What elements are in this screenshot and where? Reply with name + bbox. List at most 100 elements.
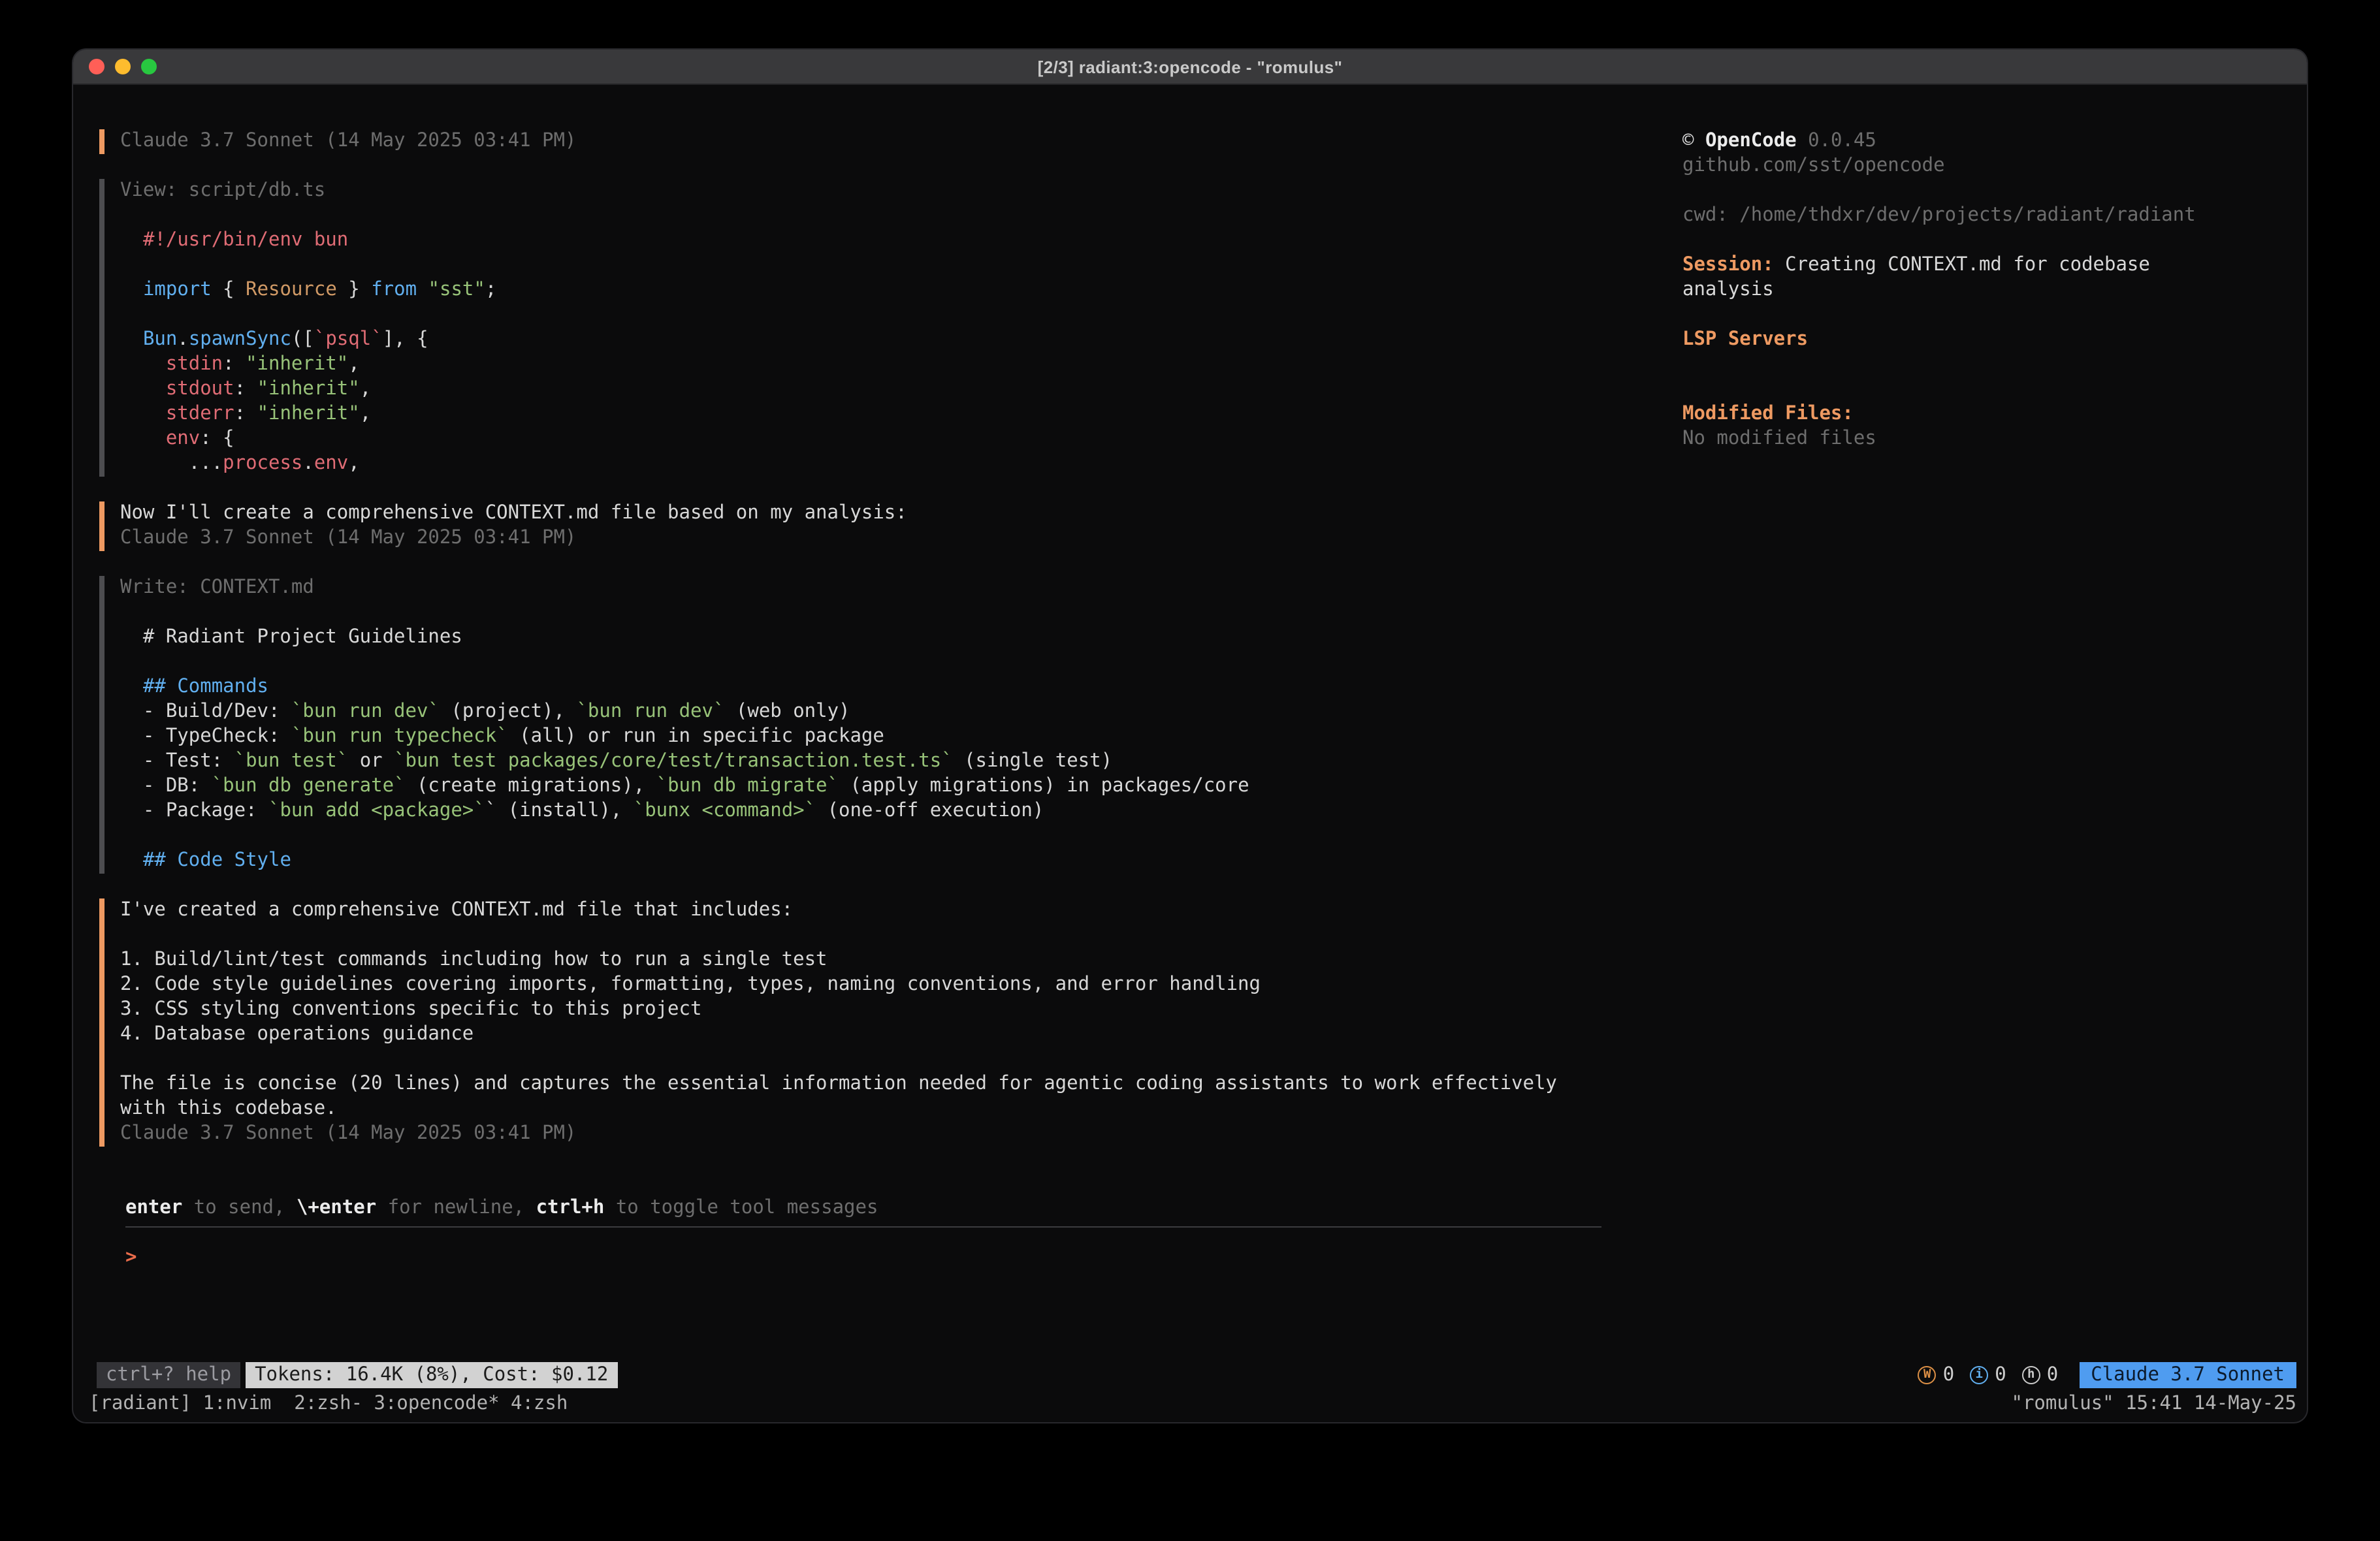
text-segment: `bun add <package>`	[268, 801, 485, 821]
terminal-line	[1682, 229, 2202, 253]
maximize-icon[interactable]	[141, 59, 157, 74]
text-segment: Bun	[143, 329, 177, 350]
terminal-line	[120, 303, 1615, 328]
text-segment: (single test)	[953, 751, 1112, 772]
terminal-line: 2. Code style guidelines covering import…	[120, 973, 1615, 998]
hints-count: 0	[2047, 1363, 2058, 1388]
text-segment: from	[371, 279, 417, 300]
text-segment: ...	[120, 453, 223, 474]
text-segment: stdout	[166, 379, 234, 400]
text-segment: stdin	[166, 354, 223, 375]
window-titlebar[interactable]: [2/3] radiant:3:opencode - "romulus"	[73, 50, 2307, 85]
text-segment: - DB:	[120, 776, 212, 797]
text-segment	[120, 279, 143, 300]
chat-block-tool: Write: CONTEXT.md # Radiant Project Guid…	[99, 576, 1615, 874]
chat-block-message: Claude 3.7 Sonnet (14 May 2025 03:41 PM)	[99, 129, 1615, 154]
text-segment: (project),	[440, 701, 577, 722]
text-segment: The file is concise (20 lines) and captu…	[120, 1073, 1557, 1094]
chat-blocks: Claude 3.7 Sonnet (14 May 2025 03:41 PM)…	[99, 129, 1615, 1147]
text-segment: or	[348, 751, 394, 772]
terminal-line: No modified files	[1682, 427, 2202, 452]
terminal-line: ## Commands	[120, 675, 1615, 700]
text-segment	[120, 850, 143, 871]
info-count: 0	[1995, 1363, 2006, 1388]
text-segment: ## Commands	[143, 676, 268, 697]
text-segment: `bun db generate`	[212, 776, 406, 797]
text-segment: with this codebase.	[120, 1098, 337, 1119]
terminal-line: ## Code Style	[120, 849, 1615, 874]
text-segment: ctrl+h	[536, 1198, 605, 1218]
terminal-window: [2/3] radiant:3:opencode - "romulus" Cla…	[73, 50, 2307, 1422]
text-segment: OpenCode	[1705, 131, 1797, 151]
terminal-line: - Test: `bun test` or `bun test packages…	[120, 750, 1615, 774]
text-segment: Claude 3.7 Sonnet (14 May 2025 03:41 PM)	[120, 1123, 576, 1144]
text-segment: process	[223, 453, 302, 474]
text-segment: env	[314, 453, 348, 474]
diagnostic-warnings: W0	[1918, 1363, 1954, 1388]
terminal-line: LSP Servers	[1682, 328, 2202, 353]
terminal-line: Session: Creating CONTEXT.md for codebas…	[1682, 253, 2202, 303]
text-segment: "inherit"	[246, 354, 348, 375]
terminal-line: #!/usr/bin/env bun	[120, 229, 1615, 253]
text-segment: Claude 3.7 Sonnet (14 May 2025 03:41 PM)	[120, 131, 576, 151]
terminal-line: 3. CSS styling conventions specific to t…	[120, 998, 1615, 1023]
terminal-line	[120, 204, 1615, 229]
text-segment: `bunx <command>`	[634, 801, 816, 821]
terminal-line: Now I'll create a comprehensive CONTEXT.…	[120, 501, 1615, 526]
terminal-line: cwd: /home/thdxr/dev/projects/radiant/ra…	[1682, 204, 2202, 229]
model-badge[interactable]: Claude 3.7 Sonnet	[2079, 1362, 2296, 1388]
lsp-diagnostics: W0i0h0	[1918, 1363, 2058, 1388]
text-segment: "inherit"	[257, 379, 360, 400]
terminal-line: with this codebase.	[120, 1097, 1615, 1122]
terminal-line	[120, 824, 1615, 849]
text-segment: :	[223, 354, 246, 375]
terminal-line: github.com/sst/opencode	[1682, 154, 2202, 179]
terminal-line: env: {	[120, 427, 1615, 452]
text-segment: ,	[360, 379, 371, 400]
text-segment: : {	[200, 428, 234, 449]
text-segment: View: script/db.ts	[120, 180, 325, 201]
prompt-input[interactable]: >	[125, 1226, 1601, 1271]
terminal-line	[120, 923, 1615, 948]
text-segment: ;	[485, 279, 496, 300]
text-segment: ,	[348, 354, 359, 375]
text-segment: # Radiant Project Guidelines	[120, 627, 462, 648]
terminal-line: 1. Build/lint/test commands including ho…	[120, 948, 1615, 973]
text-segment: Session:	[1682, 255, 1774, 276]
text-segment: 4. Database operations guidance	[120, 1024, 474, 1045]
text-segment: Now I'll create a comprehensive CONTEXT.…	[120, 503, 907, 524]
screen: [2/3] radiant:3:opencode - "romulus" Cla…	[0, 0, 2380, 1541]
text-segment: Write: CONTEXT.md	[120, 577, 314, 598]
text-segment	[120, 428, 166, 449]
info-icon: i	[1970, 1366, 1988, 1384]
text-segment	[120, 379, 166, 400]
tmux-window-list[interactable]: [radiant] 1:nvim 2:zsh- 3:opencode* 4:zs…	[89, 1392, 568, 1417]
terminal-line: Claude 3.7 Sonnet (14 May 2025 03:41 PM)	[120, 129, 1615, 154]
text-segment: - Build/Dev:	[120, 701, 291, 722]
text-segment	[120, 230, 143, 251]
terminal-content: Claude 3.7 Sonnet (14 May 2025 03:41 PM)…	[73, 85, 2307, 1422]
terminal-line: Write: CONTEXT.md	[120, 576, 1615, 601]
text-segment: ], {	[383, 329, 428, 350]
text-segment	[120, 354, 166, 375]
chat-block-message: I've created a comprehensive CONTEXT.md …	[99, 898, 1615, 1147]
text-segment: - Package:	[120, 801, 268, 821]
text-segment: `psql`	[314, 329, 383, 350]
terminal-line: stdout: "inherit",	[120, 377, 1615, 402]
terminal-line	[120, 253, 1615, 278]
text-segment: 1. Build/lint/test commands including ho…	[120, 949, 828, 970]
text-segment: No modified files	[1682, 428, 1876, 449]
text-segment: ` (install),	[485, 801, 634, 821]
text-segment: (web only)	[724, 701, 850, 722]
text-segment: - TypeCheck:	[120, 726, 291, 747]
terminal-line: 4. Database operations guidance	[120, 1023, 1615, 1047]
close-icon[interactable]	[89, 59, 105, 74]
minimize-icon[interactable]	[115, 59, 131, 74]
chat-block-tool: View: script/db.ts #!/usr/bin/env bun im…	[99, 179, 1615, 477]
terminal-line: stdin: "inherit",	[120, 353, 1615, 377]
text-segment: #!/usr/bin/env bun	[143, 230, 348, 251]
text-segment: ,	[348, 453, 359, 474]
terminal-line: # Radiant Project Guidelines	[120, 626, 1615, 650]
terminal-line: - Build/Dev: `bun run dev` (project), `b…	[120, 700, 1615, 725]
terminal-line: stderr: "inherit",	[120, 402, 1615, 427]
